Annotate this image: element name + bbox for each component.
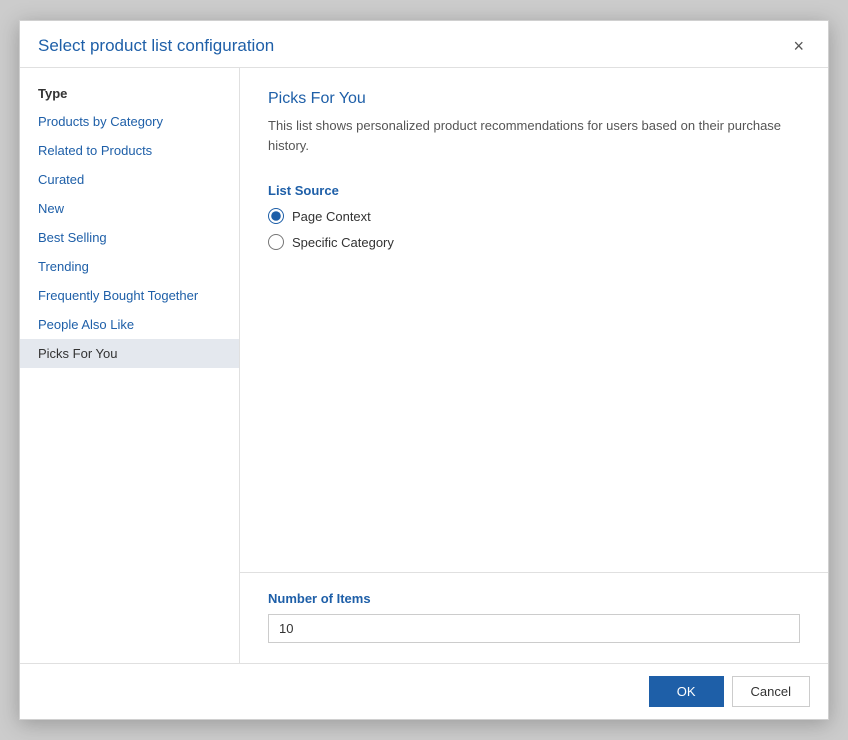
sidebar-item-picks-for-you[interactable]: Picks For You (20, 339, 239, 368)
ok-button[interactable]: OK (649, 676, 724, 707)
cancel-button[interactable]: Cancel (732, 676, 810, 707)
main-content: Picks For You This list shows personaliz… (240, 68, 828, 663)
radio-item-specific-category[interactable]: Specific Category (268, 234, 800, 250)
list-source-label: List Source (268, 183, 800, 198)
sidebar-section-label: Type (20, 78, 239, 107)
sidebar-item-curated[interactable]: Curated (20, 165, 239, 194)
radio-label-specific-category: Specific Category (292, 235, 394, 250)
radio-specific-category[interactable] (268, 234, 284, 250)
radio-label-page-context: Page Context (292, 209, 371, 224)
sidebar-item-best-selling[interactable]: Best Selling (20, 223, 239, 252)
sidebar-item-new[interactable]: New (20, 194, 239, 223)
sidebar-item-products-by-category[interactable]: Products by Category (20, 107, 239, 136)
radio-group: Page Context Specific Category (268, 208, 800, 250)
sidebar: Type Products by Category Related to Pro… (20, 68, 240, 663)
dialog-footer: OK Cancel (20, 663, 828, 719)
main-section-title: Picks For You (268, 90, 800, 108)
close-button[interactable]: × (787, 35, 810, 57)
sidebar-item-people-also-like[interactable]: People Also Like (20, 310, 239, 339)
dialog-body: Type Products by Category Related to Pro… (20, 68, 828, 663)
main-bottom: Number of Items (240, 572, 828, 663)
dialog-header: Select product list configuration × (20, 21, 828, 68)
number-of-items-input[interactable] (268, 614, 800, 643)
radio-page-context[interactable] (268, 208, 284, 224)
number-of-items-label: Number of Items (268, 591, 800, 606)
sidebar-item-frequently-bought-together[interactable]: Frequently Bought Together (20, 281, 239, 310)
select-product-list-dialog: Select product list configuration × Type… (19, 20, 829, 720)
sidebar-item-related-to-products[interactable]: Related to Products (20, 136, 239, 165)
sidebar-item-trending[interactable]: Trending (20, 252, 239, 281)
main-top: Picks For You This list shows personaliz… (240, 68, 828, 572)
main-description: This list shows personalized product rec… (268, 116, 800, 155)
dialog-title: Select product list configuration (38, 36, 274, 56)
radio-item-page-context[interactable]: Page Context (268, 208, 800, 224)
